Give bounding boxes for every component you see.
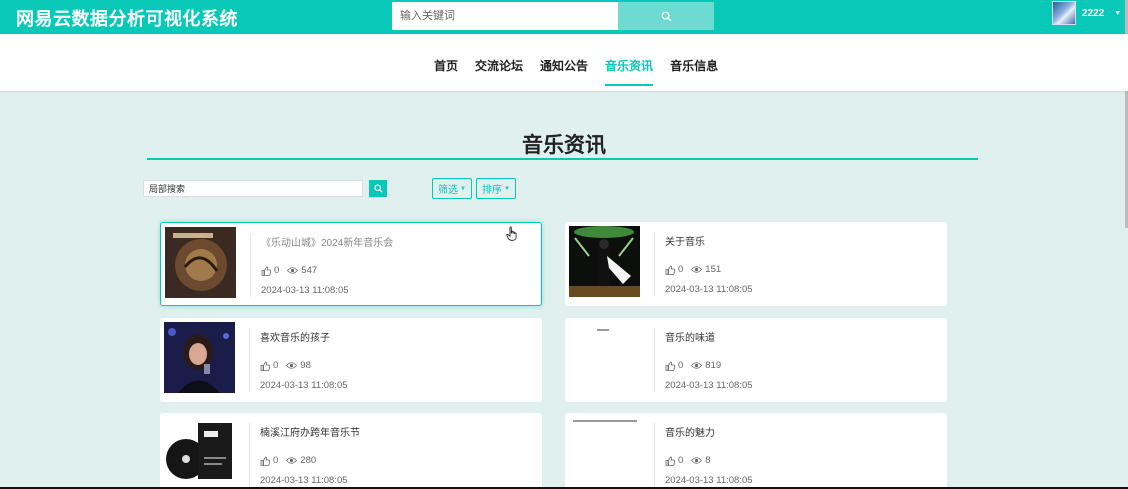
news-title[interactable]: 音乐的魅力 bbox=[665, 424, 715, 439]
search-icon bbox=[661, 11, 672, 22]
news-stats: 0 819 bbox=[665, 360, 729, 371]
news-card[interactable]: 楠溪江府办跨年音乐节 0 280 2024-03-13 11:08:05 bbox=[160, 413, 542, 489]
card-divider bbox=[249, 328, 250, 392]
news-thumbnail[interactable] bbox=[569, 226, 640, 297]
caret-down-icon: ▼ bbox=[460, 185, 466, 192]
news-date: 2024-03-13 11:08:05 bbox=[665, 284, 753, 295]
thumbs-up-icon bbox=[260, 361, 270, 371]
filter-button[interactable]: 筛选 ▼ bbox=[432, 178, 472, 199]
news-title[interactable]: 关于音乐 bbox=[665, 233, 705, 248]
eye-icon bbox=[691, 362, 703, 369]
news-thumbnail[interactable] bbox=[164, 417, 235, 488]
news-date: 2024-03-13 11:08:05 bbox=[260, 380, 348, 391]
top-bar: 网易云数据分析可视化系统 2222 ▼ bbox=[0, 0, 1128, 228]
main-nav: 首页 交流论坛 通知公告 音乐资讯 音乐信息 bbox=[434, 57, 735, 86]
local-search bbox=[143, 180, 387, 197]
news-card[interactable]: 音乐的味道 0 819 2024-03-13 11:08:05 bbox=[565, 318, 947, 402]
news-stats: 0 151 bbox=[665, 264, 729, 275]
view-count: 8 bbox=[691, 455, 711, 466]
news-date: 2024-03-13 11:08:05 bbox=[665, 475, 753, 486]
nav-item-music-info[interactable]: 音乐信息 bbox=[670, 57, 718, 74]
filter-label: 筛选 bbox=[438, 185, 458, 196]
thumbs-up-icon bbox=[665, 265, 675, 275]
news-thumbnail[interactable] bbox=[164, 322, 235, 393]
card-divider bbox=[249, 423, 250, 487]
news-card[interactable]: 喜欢音乐的孩子 0 98 2024-03-13 11:08:05 bbox=[160, 318, 542, 402]
username[interactable]: 2222 bbox=[1082, 8, 1104, 19]
global-search-input[interactable] bbox=[392, 2, 618, 30]
eye-icon bbox=[286, 457, 298, 464]
news-thumbnail[interactable] bbox=[569, 322, 640, 393]
sort-button[interactable]: 排序 ▼ bbox=[476, 178, 516, 199]
news-stats: 0 547 bbox=[261, 265, 325, 276]
news-stats: 0 98 bbox=[260, 360, 319, 371]
news-thumbnail[interactable] bbox=[569, 417, 640, 488]
news-card[interactable]: 音乐的魅力 0 8 2024-03-13 11:08:05 bbox=[565, 413, 947, 489]
thumbs-up-icon bbox=[261, 266, 271, 276]
news-date: 2024-03-13 11:08:05 bbox=[260, 475, 348, 486]
thumbs-up-icon bbox=[260, 456, 270, 466]
caret-down-icon[interactable]: ▼ bbox=[1114, 10, 1121, 17]
sort-label: 排序 bbox=[482, 185, 502, 196]
news-stats: 0 8 bbox=[665, 455, 719, 466]
title-divider bbox=[147, 158, 978, 160]
thumbs-up-icon bbox=[665, 361, 675, 371]
news-date: 2024-03-13 11:08:05 bbox=[665, 380, 753, 391]
caret-down-icon: ▼ bbox=[504, 185, 510, 192]
user-menu[interactable]: 2222 ▼ bbox=[1052, 1, 1121, 25]
global-search-button[interactable] bbox=[618, 2, 714, 30]
nav-bar: 首页 交流论坛 通知公告 音乐资讯 音乐信息 bbox=[0, 34, 1128, 91]
like-count: 0 bbox=[260, 360, 278, 371]
news-card[interactable]: 《乐动山城》2024新年音乐会 0 547 2024-03-13 11:08:0… bbox=[160, 222, 542, 306]
news-stats: 0 280 bbox=[260, 455, 324, 466]
local-search-button[interactable] bbox=[369, 180, 387, 197]
local-search-input[interactable] bbox=[143, 180, 363, 197]
page-title: 音乐资讯 bbox=[522, 134, 606, 157]
avatar[interactable] bbox=[1052, 1, 1076, 25]
like-count: 0 bbox=[665, 360, 683, 371]
nav-item-notice[interactable]: 通知公告 bbox=[540, 57, 588, 74]
app-title: 网易云数据分析可视化系统 bbox=[16, 9, 238, 29]
news-card[interactable]: 关于音乐 0 151 2024-03-13 11:08:05 bbox=[565, 222, 947, 306]
card-divider bbox=[250, 233, 251, 297]
eye-icon bbox=[691, 266, 703, 273]
view-count: 547 bbox=[287, 265, 317, 276]
news-title[interactable]: 喜欢音乐的孩子 bbox=[260, 329, 330, 344]
news-title[interactable]: 《乐动山城》2024新年音乐会 bbox=[261, 234, 393, 249]
like-count: 0 bbox=[665, 455, 683, 466]
thumbs-up-icon bbox=[665, 456, 675, 466]
news-title[interactable]: 音乐的味道 bbox=[665, 329, 715, 344]
card-divider bbox=[654, 423, 655, 487]
search-icon bbox=[373, 184, 383, 193]
hand-cursor-icon bbox=[506, 226, 517, 241]
nav-item-forum[interactable]: 交流论坛 bbox=[475, 57, 523, 74]
view-count: 151 bbox=[691, 264, 721, 275]
eye-icon bbox=[287, 267, 299, 274]
nav-item-music-news[interactable]: 音乐资讯 bbox=[605, 57, 654, 86]
card-divider bbox=[654, 328, 655, 392]
eye-icon bbox=[286, 362, 298, 369]
news-thumbnail[interactable] bbox=[165, 227, 236, 298]
like-count: 0 bbox=[665, 264, 683, 275]
card-divider bbox=[654, 232, 655, 296]
like-count: 0 bbox=[261, 265, 279, 276]
news-title[interactable]: 楠溪江府办跨年音乐节 bbox=[260, 424, 360, 439]
view-count: 819 bbox=[691, 360, 721, 371]
view-count: 98 bbox=[286, 360, 311, 371]
like-count: 0 bbox=[260, 455, 278, 466]
global-search bbox=[392, 2, 714, 30]
eye-icon bbox=[691, 457, 703, 464]
view-count: 280 bbox=[286, 455, 316, 466]
nav-item-home[interactable]: 首页 bbox=[434, 57, 458, 74]
news-date: 2024-03-13 11:08:05 bbox=[261, 285, 349, 296]
